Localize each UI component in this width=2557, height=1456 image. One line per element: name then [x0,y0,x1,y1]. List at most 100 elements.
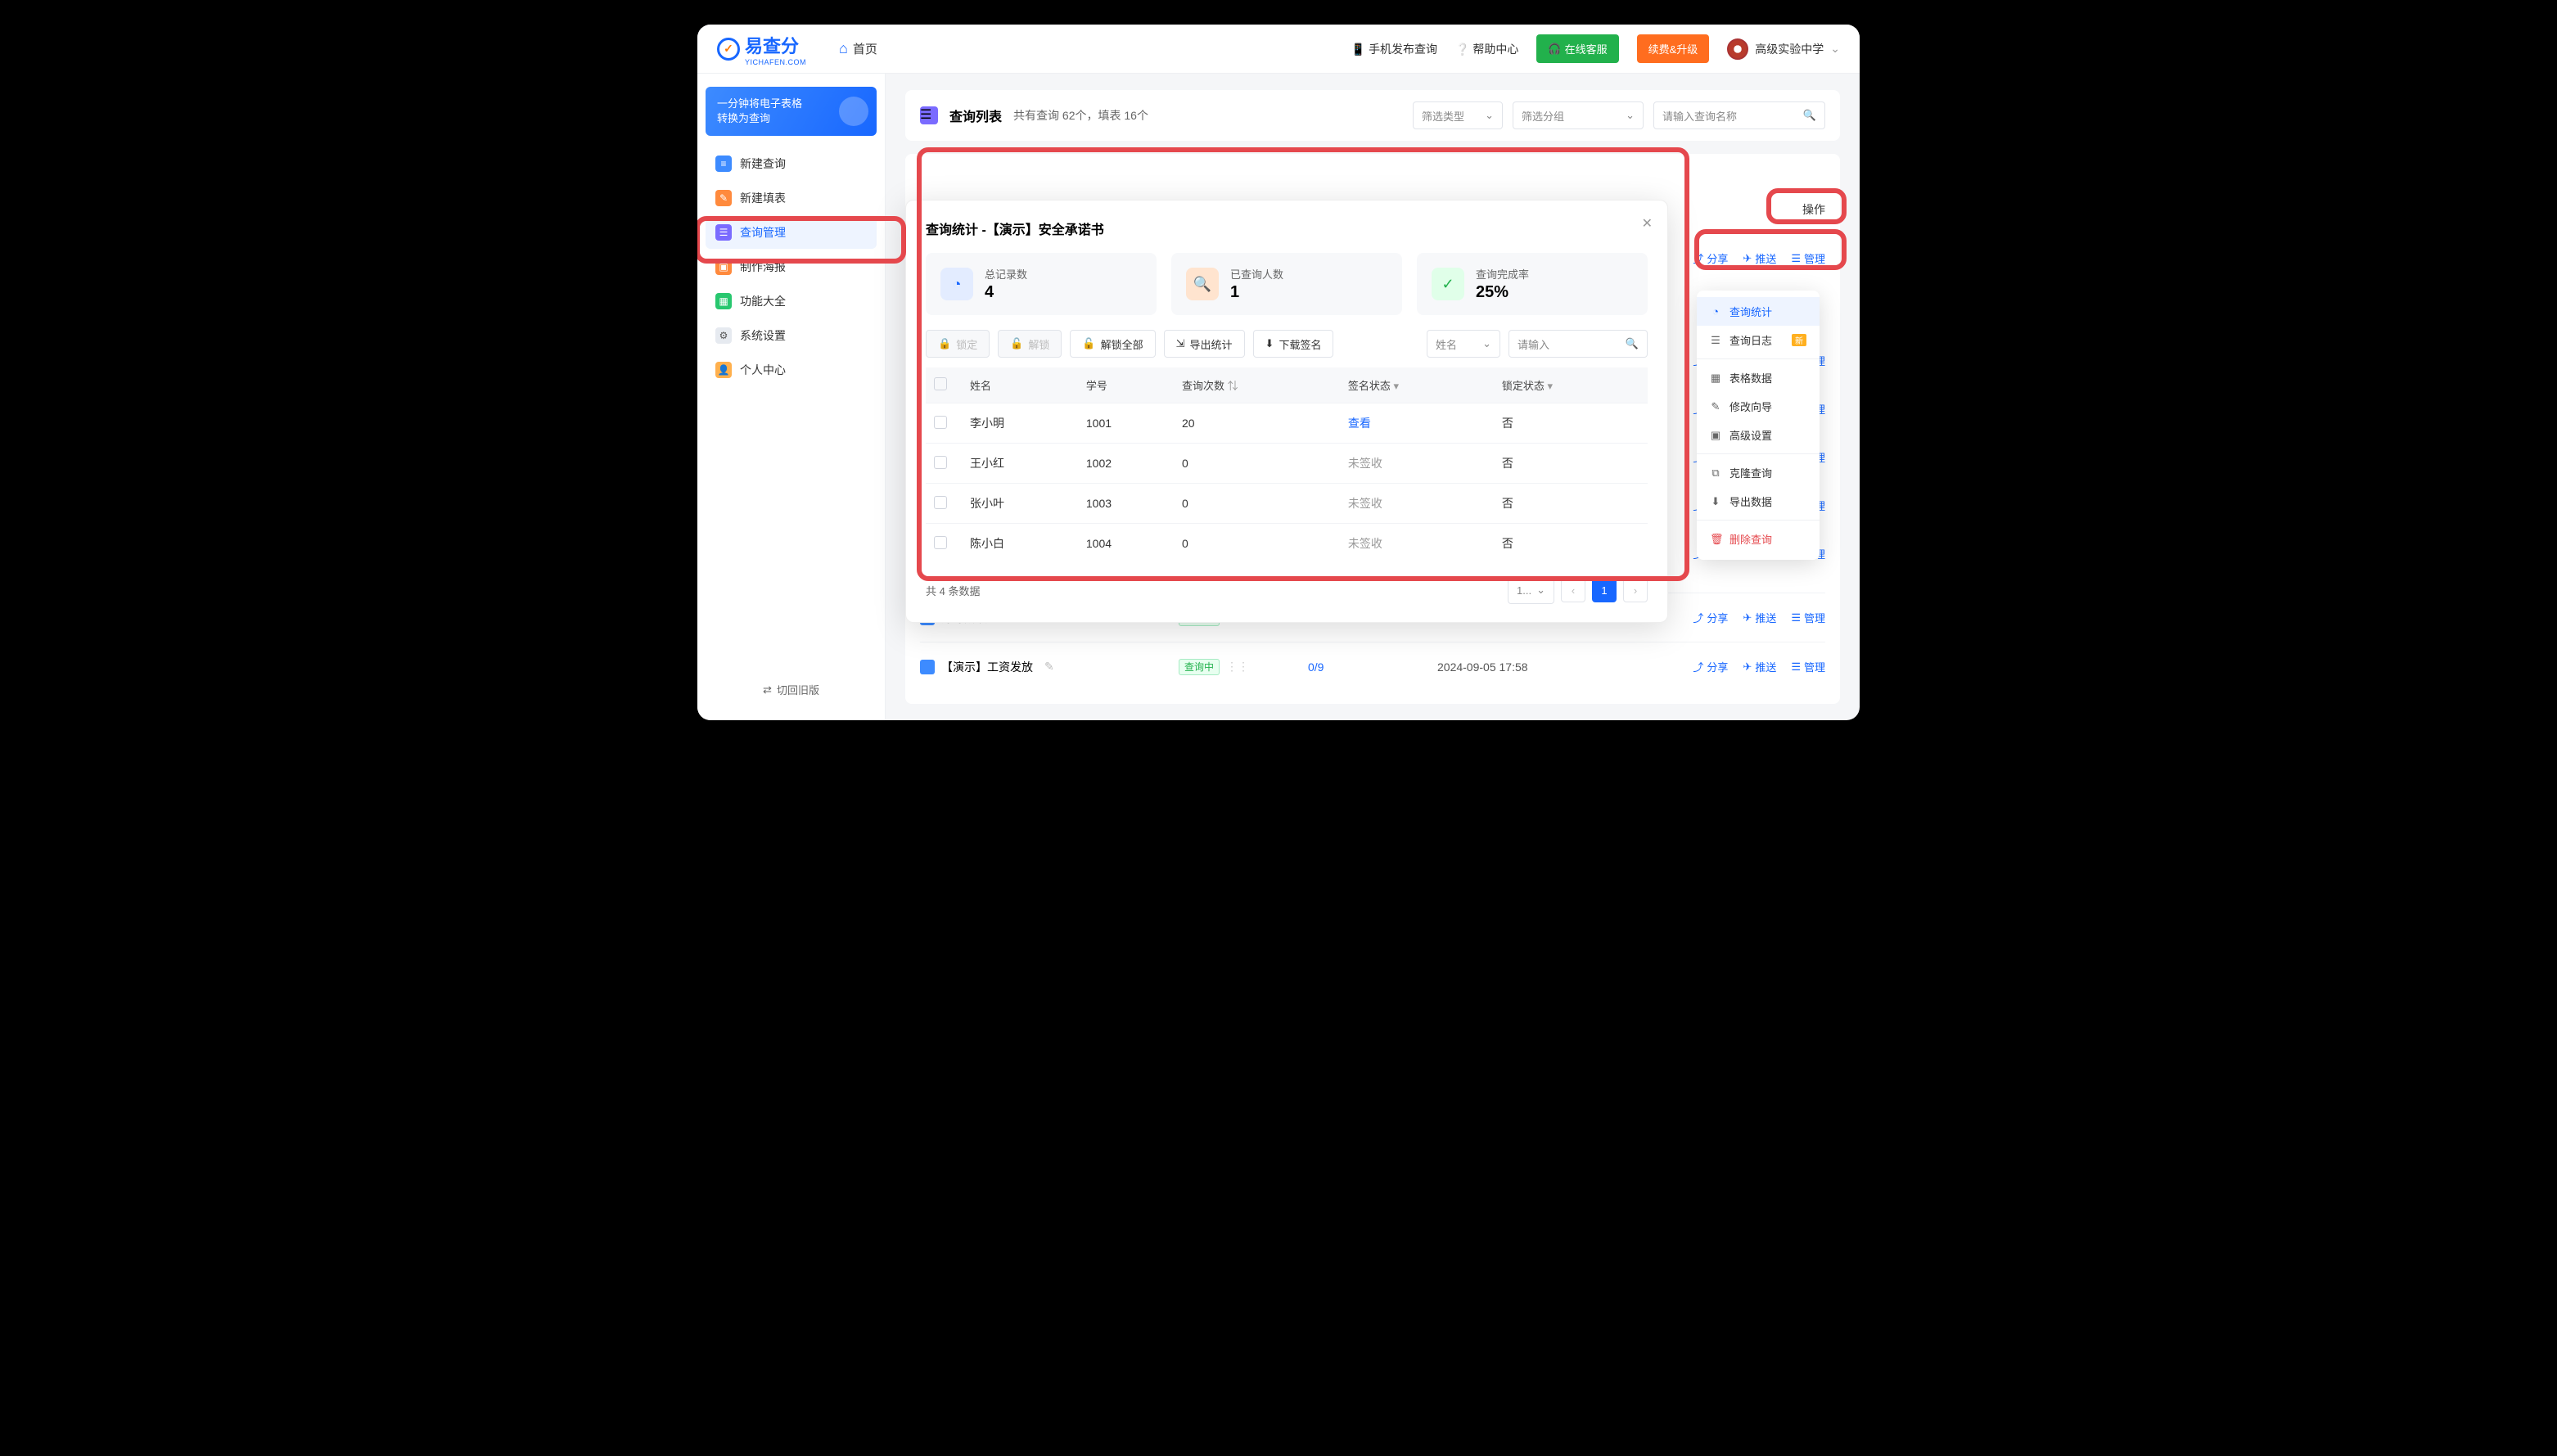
table-row[interactable]: 王小红10020 未签收否 [926,444,1648,484]
sort-icon[interactable]: ⇅ [1228,380,1238,392]
dd-query-log[interactable]: ☰查询日志新 [1697,326,1820,354]
row-checkbox[interactable] [934,456,947,469]
push-button[interactable]: ✈ 推送 [1743,250,1776,266]
upgrade-button[interactable]: 续费&升级 [1637,34,1710,63]
file-icon: ≡ [715,156,732,172]
dd-clone[interactable]: ⧉克隆查询 [1697,458,1820,487]
dd-advanced[interactable]: ▣高级设置 [1697,421,1820,449]
filter-icon[interactable]: ▾ [1548,380,1554,392]
switch-old-version[interactable]: ⇄ 切回旧版 [706,672,877,707]
list-icon: ☰ [920,106,938,124]
unlock-all-button[interactable]: 🔓解锁全部 [1070,330,1155,358]
modal-search-input[interactable]: 请输入🔍 [1508,330,1648,358]
form-icon: ✎ [715,190,732,206]
row-checkbox[interactable] [934,496,947,509]
prev-page-button[interactable]: ‹ [1561,578,1585,602]
school-dropdown[interactable]: 高级实验中学 ⌄ [1727,38,1840,60]
filter-group-select[interactable]: 筛选分组⌄ [1513,101,1644,129]
sidebar-item-poster[interactable]: ▣制作海报 [706,250,877,283]
close-icon[interactable]: ✕ [1642,215,1653,232]
table-icon: ▦ [1710,372,1721,385]
dd-query-stats[interactable]: ◔查询统计 [1697,297,1820,326]
next-page-button[interactable]: › [1623,578,1648,602]
share-button[interactable]: ⤴ 分享 [1693,610,1728,625]
table-row[interactable]: 李小明100120 查看否 [926,403,1648,444]
table-row[interactable]: 张小叶10030 未签收否 [926,484,1648,524]
search-input[interactable]: 请输入查询名称🔍 [1653,101,1825,129]
unlock-icon: 🔓 [1010,337,1023,350]
manage-button[interactable]: ☰ 管理 [1791,250,1825,266]
grid-icon: ▣ [1710,429,1721,442]
pie-icon: ◔ [940,268,973,300]
chevron-down-icon: ⌄ [1626,109,1635,122]
user-icon: 👤 [715,362,732,378]
manage-button[interactable]: ☰ 管理 [1791,659,1825,674]
dd-table-data[interactable]: ▦表格数据 [1697,363,1820,392]
trash-icon: 🗑 [1710,533,1721,546]
page-1-button[interactable]: 1 [1592,578,1617,602]
share-button[interactable]: ⤴ 分享 [1693,250,1728,266]
download-sign-button[interactable]: ⬇下载签名 [1253,330,1334,358]
sidebar-item-new-query[interactable]: ≡新建查询 [706,147,877,180]
image-icon: ▣ [715,259,732,275]
pencil-icon: ✎ [1710,400,1721,413]
manage-button[interactable]: ☰ 管理 [1791,610,1825,625]
push-button[interactable]: ✈ 推送 [1743,659,1776,674]
download-icon: ⬇ [1265,337,1274,350]
page-size-select[interactable]: 1...⌄ [1508,576,1554,604]
clock-icon: ◔ [1710,305,1721,318]
promo-banner[interactable]: 一分钟将电子表格转换为查询 [706,87,877,136]
copy-icon: ⧉ [1710,467,1721,480]
push-button[interactable]: ✈ 推送 [1743,610,1776,625]
home-icon: ⌂ [839,40,848,57]
help-link[interactable]: ❔ 帮助中心 [1455,41,1518,57]
chevron-down-icon: ⌄ [1482,337,1491,350]
sidebar-item-query-manage[interactable]: ☰查询管理 [706,216,877,249]
nav-home[interactable]: ⌂ 首页 [839,40,877,57]
search-icon: 🔍 [1626,337,1639,350]
list-title: 查询列表 [949,106,1002,125]
export-stats-button[interactable]: ⇲导出统计 [1164,330,1245,358]
search-icon: 🔍 [1186,268,1219,300]
row-numbers[interactable]: 0/9 [1308,660,1437,674]
search-icon: 🔍 [1803,109,1816,122]
mobile-publish-link[interactable]: 📱 手机发布查询 [1351,41,1437,57]
unlock-button[interactable]: 🔓解锁 [998,330,1062,358]
row-checkbox[interactable] [934,416,947,429]
dd-delete[interactable]: 🗑删除查询 [1697,525,1820,553]
chevron-down-icon: ⌄ [1485,109,1494,122]
edit-icon[interactable]: ✎ [1044,660,1054,674]
download-icon: ⬇ [1710,495,1721,508]
lock-button[interactable]: 🔒锁定 [926,330,990,358]
manage-dropdown: ◔查询统计 ☰查询日志新 ▦表格数据 ✎修改向导 ▣高级设置 ⧉克隆查询 ⬇导出… [1697,291,1820,560]
sidebar-item-features[interactable]: ▦功能大全 [706,285,877,318]
grid-icon: ▦ [715,293,732,309]
status-badge: 查询中 [1179,659,1220,675]
online-service-button[interactable]: 🎧 在线客服 [1536,34,1618,63]
log-icon: ☰ [1710,334,1721,347]
field-select[interactable]: 姓名⌄ [1427,330,1500,358]
gear-icon: ⚙ [715,327,732,344]
sidebar-item-new-form[interactable]: ✎新建填表 [706,182,877,214]
filter-type-select[interactable]: 筛选类型⌄ [1413,101,1503,129]
list-icon: ☰ [715,224,732,241]
total-count: 共 4 条数据 [926,583,980,598]
row-icon [920,660,935,674]
brand-logo[interactable]: 易查分YICHAFEN.COM [717,32,806,66]
table-row[interactable]: 【演示】工资发放 ✎ 查询中⋮⋮ 0/9 2024-09-05 17:58 ⤴ … [920,642,1825,691]
export-icon: ⇲ [1176,337,1185,350]
dd-edit-wizard[interactable]: ✎修改向导 [1697,392,1820,421]
modal-title: 查询统计 -【演示】安全承诺书 [926,219,1648,238]
row-date: 2024-09-05 17:58 [1437,660,1618,674]
row-checkbox[interactable] [934,536,947,549]
chevron-down-icon: ⌄ [1830,42,1840,56]
filter-icon[interactable]: ▾ [1394,380,1400,392]
select-all-checkbox[interactable] [934,377,947,390]
school-avatar [1727,38,1748,60]
table-row[interactable]: 陈小白10040 未签收否 [926,524,1648,564]
statistics-modal: 查询统计 -【演示】安全承诺书 ✕ ◔总记录数4 🔍已查询人数1 ✓查询完成率2… [905,200,1668,623]
sidebar-item-settings[interactable]: ⚙系统设置 [706,319,877,352]
share-button[interactable]: ⤴ 分享 [1693,659,1728,674]
dd-export[interactable]: ⬇导出数据 [1697,487,1820,516]
sidebar-item-profile[interactable]: 👤个人中心 [706,354,877,386]
